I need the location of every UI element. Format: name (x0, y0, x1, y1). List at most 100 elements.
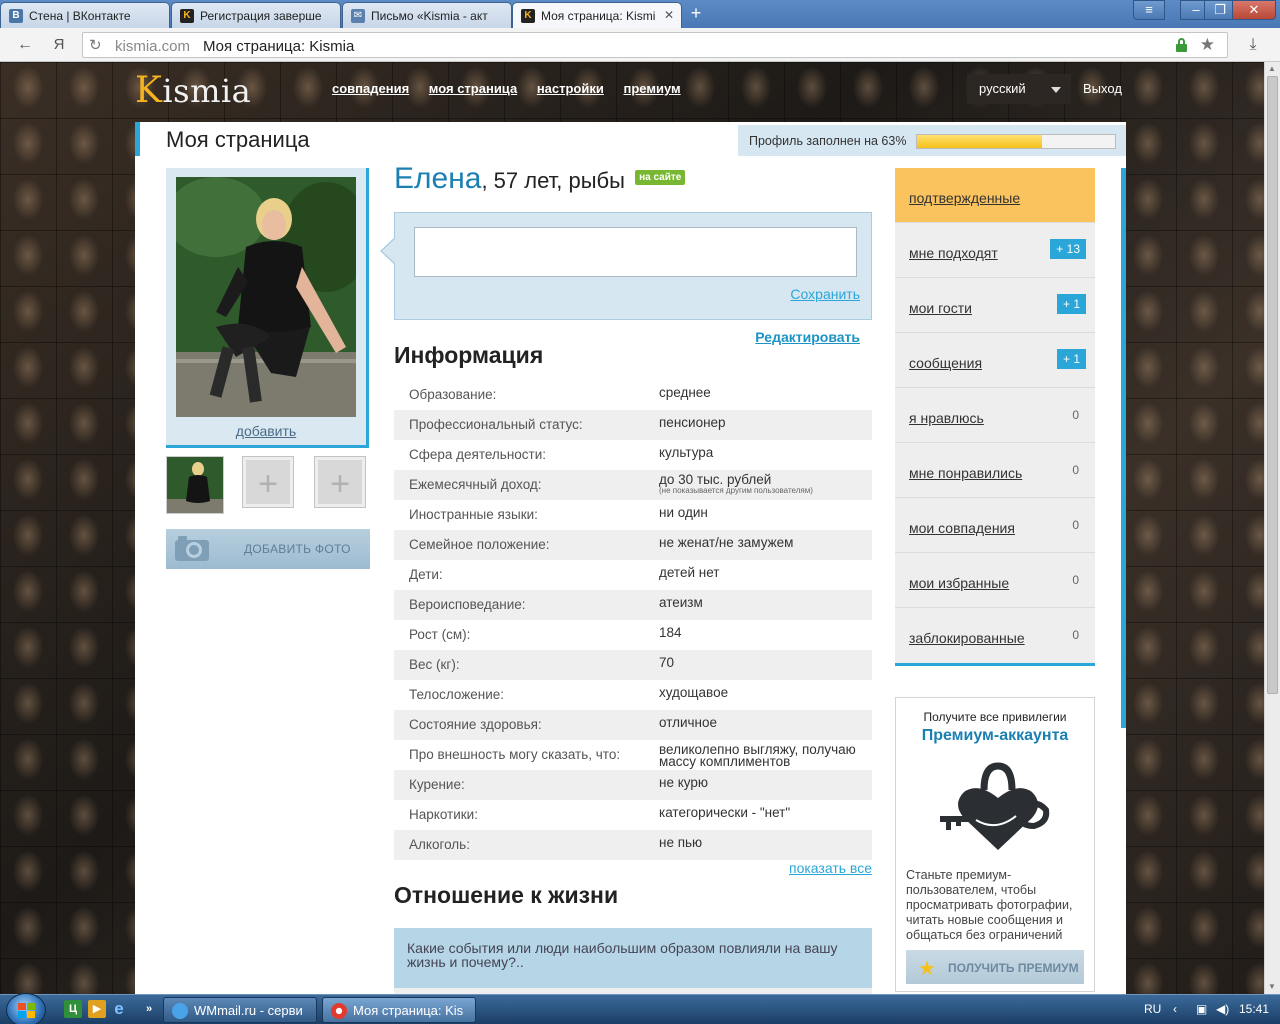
empty-photo-slot[interactable]: + (314, 456, 366, 508)
back-arrow-icon[interactable]: ← (14, 34, 36, 56)
reload-icon[interactable]: ↻ (89, 36, 102, 54)
lock-icon[interactable] (1176, 38, 1187, 52)
tray-expand-icon[interactable]: ‹ (1173, 1002, 1177, 1016)
info-row: Вес (кг): 70 (394, 650, 872, 680)
profile-heading: Елена, 57 лет, рыбы на сайте (394, 162, 872, 198)
info-row: Алкоголь: не пью (394, 830, 872, 860)
empty-photo-slot[interactable]: + (242, 456, 294, 508)
app-icon[interactable]: Ц (64, 1000, 82, 1018)
get-premium-button[interactable]: ★ ПОЛУЧИТЬ ПРЕМИУМ (906, 950, 1084, 984)
task-label: Моя страница: Kis (353, 1003, 464, 1018)
close-window-button[interactable]: ✕ (1232, 0, 1276, 20)
premium-subtitle: Получите все привилегии (923, 710, 1067, 724)
edit-info-link[interactable]: Редактировать (755, 329, 860, 345)
browser-tab-active[interactable]: K Моя страница: Kismi ✕ (512, 2, 682, 29)
sidebar-item-matches[interactable]: мои совпадения 0 (895, 498, 1095, 553)
status-box: Сохранить (380, 212, 872, 320)
progress-fill (917, 135, 1042, 148)
menu-button[interactable]: ≡ (1133, 0, 1165, 20)
scroll-thumb[interactable] (1267, 76, 1278, 694)
scroll-up-icon[interactable]: ▲ (1268, 64, 1276, 73)
status-input[interactable] (414, 227, 857, 277)
volume-icon[interactable]: ◀) (1216, 1002, 1229, 1016)
page-scrollbar[interactable]: ▲ ▼ (1264, 62, 1280, 994)
sidebar-item-suitable[interactable]: мне подходят + 13 (895, 223, 1095, 278)
online-badge: на сайте (635, 170, 686, 185)
profile-details: , 57 лет, рыбы (481, 168, 625, 193)
star-bookmark-icon[interactable]: ★ (1200, 35, 1215, 55)
language-select[interactable]: русский (967, 74, 1071, 104)
show-more-icon[interactable]: » (140, 1000, 158, 1018)
sidebar-item-blocked[interactable]: заблокированные 0 (895, 608, 1095, 663)
kismia-logo[interactable]: Kismia (135, 70, 251, 111)
info-heading: Информация (394, 342, 544, 368)
photo-thumbnail[interactable] (166, 456, 224, 514)
info-row: Наркотики: категорически - "нет" (409, 805, 791, 822)
sidebar-item-favorites[interactable]: мои избранные 0 (895, 553, 1095, 608)
network-icon[interactable]: ▣ (1196, 1002, 1207, 1016)
info-row: Вероисповедание: атеизм (394, 590, 872, 620)
income-note: (не показывается другим пользователям) (659, 486, 813, 495)
premium-promo: Получите все привилегии Премиум-аккаунта… (895, 697, 1095, 992)
get-premium-label: ПОЛУЧИТЬ ПРЕМИУМ (948, 961, 1079, 975)
browser-tab[interactable]: ✉ Письмо «Kismia - акт (342, 2, 512, 28)
info-row: Образование: среднее (409, 385, 711, 402)
yandex-browser-icon (331, 1003, 347, 1019)
address-bar[interactable]: ↻ kismia.com Моя страница: Kismia ★ (82, 32, 1228, 58)
task-label: WMmail.ru - серви (194, 1003, 303, 1018)
main-content: Моя страница Профиль заполнен на 63% доб… (135, 122, 1126, 994)
tab-title: Моя страница: Kismi (541, 9, 656, 23)
language-value: русский (979, 81, 1026, 96)
progress-label: Профиль заполнен на 63% (749, 134, 907, 148)
clock[interactable]: 15:41 (1239, 1002, 1269, 1016)
count: 0 (1072, 628, 1079, 642)
download-icon[interactable]: ⤓ (1242, 34, 1264, 56)
browser-tab-strip: В Стена | ВКонтакте K Регистрация заверш… (0, 0, 1280, 29)
main-photo-frame: добавить (166, 168, 369, 448)
yandex-home-button[interactable]: Я (48, 34, 70, 56)
info-row: Телосложение: худощавое (409, 685, 729, 702)
page-viewport: Kismia совпадения моя страница настройки… (0, 62, 1264, 994)
start-button[interactable] (6, 993, 46, 1024)
sidebar-item-messages[interactable]: сообщения + 1 (895, 333, 1095, 388)
browser-tab[interactable]: В Стена | ВКонтакте (0, 2, 170, 28)
profile-photo[interactable] (176, 177, 356, 417)
browser-tab[interactable]: K Регистрация заверше (171, 2, 341, 28)
sidebar-item-guests[interactable]: мои гости + 1 (895, 278, 1095, 333)
logout-link[interactable]: Выход (1083, 81, 1122, 96)
info-row: Семейное положение: не женат/не замужем (394, 530, 872, 560)
kismia-icon: K (521, 9, 535, 23)
close-tab-icon[interactable]: ✕ (664, 8, 674, 22)
accent-bar (1121, 168, 1126, 728)
life-question[interactable]: Какие события или люди наибольшим образо… (394, 928, 872, 988)
add-photo-link[interactable]: добавить (166, 423, 366, 439)
tab-title: Стена | ВКонтакте (29, 9, 131, 23)
sidebar-item-i-liked[interactable]: мне понравились 0 (895, 443, 1095, 498)
tab-title: Регистрация заверше (200, 9, 322, 23)
count: 0 (1072, 573, 1079, 587)
save-status-link[interactable]: Сохранить (790, 286, 860, 302)
media-player-icon[interactable]: ▶ (88, 1000, 106, 1018)
premium-text: Станьте премиум-пользователем, чтобы про… (906, 868, 1073, 942)
show-all-link[interactable]: показать все (789, 860, 872, 876)
nav-matches[interactable]: совпадения (332, 81, 409, 96)
internet-explorer-icon[interactable]: e (110, 1000, 128, 1018)
count: 0 (1072, 518, 1079, 532)
url-domain: kismia.com (115, 38, 191, 55)
tab-title: Письмо «Kismia - акт (371, 9, 488, 23)
nav-settings[interactable]: настройки (537, 81, 604, 96)
sidebar-item-confirmed[interactable]: подтвержденные (895, 168, 1095, 223)
new-count-badge: + 1 (1056, 294, 1086, 314)
info-row: Ежемесячный доход: до 30 тыс. рублей (не п… (394, 470, 872, 500)
taskbar-task-active[interactable]: Моя страница: Kis (322, 997, 476, 1023)
add-photo-button[interactable]: ДОБАВИТЬ ФОТО (166, 529, 370, 569)
taskbar-task[interactable]: WMmail.ru - серви (163, 997, 317, 1023)
nav-my-page[interactable]: моя страница (429, 81, 517, 96)
nav-premium[interactable]: премиум (624, 81, 681, 96)
new-tab-button[interactable]: + (684, 4, 708, 24)
scroll-down-icon[interactable]: ▼ (1268, 982, 1276, 991)
sidebar-item-liked-me[interactable]: я нравлюсь 0 (895, 388, 1095, 443)
star-icon: ★ (918, 958, 936, 980)
language-indicator[interactable]: RU (1144, 1002, 1161, 1016)
info-row: Дети: детей нет (409, 565, 720, 582)
